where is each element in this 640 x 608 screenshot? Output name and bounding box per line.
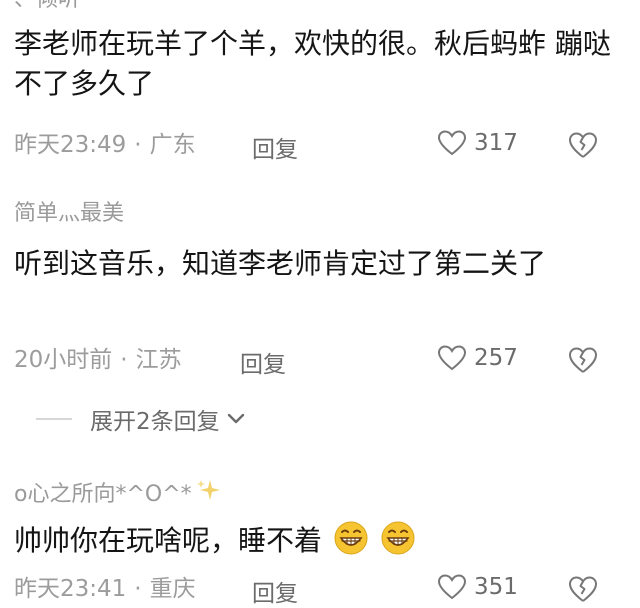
comment-location: 江苏	[135, 347, 182, 373]
heart-outline-icon	[438, 130, 466, 156]
chevron-down-icon	[226, 406, 246, 432]
comment-time: 昨天23:41	[14, 576, 127, 602]
comment-text-content: 帅帅你在玩啥呢，睡不着	[14, 524, 323, 557]
broken-heart-icon	[568, 131, 598, 159]
expand-replies-button[interactable]: 展开2条回复	[36, 402, 246, 436]
sparkle-icon	[196, 478, 222, 512]
dislike-button[interactable]	[568, 575, 598, 603]
like-count: 317	[474, 130, 518, 156]
comment-username[interactable]: 简单灬最美	[14, 200, 124, 228]
comment-text-content: 李老师在玩羊了个羊，欢快的很。秋后蚂蚱 蹦哒不了多久了	[14, 27, 611, 100]
heart-outline-icon	[438, 345, 466, 371]
like-count: 257	[474, 345, 518, 371]
comment-text: 听到这音乐，知道李老师肯定过了第二关了	[14, 244, 614, 284]
like-button[interactable]: 317	[438, 130, 518, 156]
meta-separator: ·	[120, 347, 128, 373]
comment-username[interactable]: o心之所向*^O^*	[14, 478, 222, 512]
dislike-button[interactable]	[568, 131, 598, 159]
meta-separator: ·	[134, 132, 142, 158]
expand-replies-label: 展开2条回复	[90, 409, 220, 435]
comment-location: 广东	[149, 132, 196, 158]
comment-text: 帅帅你在玩啥呢，睡不着	[14, 520, 614, 561]
comment-text-content: 听到这音乐，知道李老师肯定过了第二关了	[14, 247, 547, 280]
comment-time: 20小时前	[14, 347, 113, 373]
grinning-face-icon	[380, 520, 416, 556]
comment-meta: 昨天23:41 · 重庆	[14, 574, 196, 604]
comment-meta: 昨天23:49 · 广东	[14, 130, 196, 160]
grinning-face-icon	[333, 520, 369, 556]
heart-outline-icon	[438, 574, 466, 600]
comment-text: 李老师在玩羊了个羊，欢快的很。秋后蚂蚱 蹦哒不了多久了	[14, 24, 614, 104]
comment-location: 重庆	[149, 576, 196, 602]
broken-heart-icon	[568, 575, 598, 603]
meta-separator: ·	[134, 576, 142, 602]
like-button[interactable]: 257	[438, 345, 518, 371]
comment-meta: 20小时前 · 江苏	[14, 345, 182, 375]
reply-button[interactable]: 回复	[240, 345, 286, 379]
reply-button[interactable]: 回复	[252, 130, 298, 164]
comment-username[interactable]: 、倾听	[14, 0, 80, 14]
like-count: 351	[474, 574, 518, 600]
dislike-button[interactable]	[568, 346, 598, 374]
expand-divider	[36, 418, 72, 420]
comment-username-text: o心之所向*^O^*	[14, 482, 192, 507]
like-button[interactable]: 351	[438, 574, 518, 600]
comment-time: 昨天23:49	[14, 132, 127, 158]
reply-button[interactable]: 回复	[252, 574, 298, 608]
broken-heart-icon	[568, 346, 598, 374]
